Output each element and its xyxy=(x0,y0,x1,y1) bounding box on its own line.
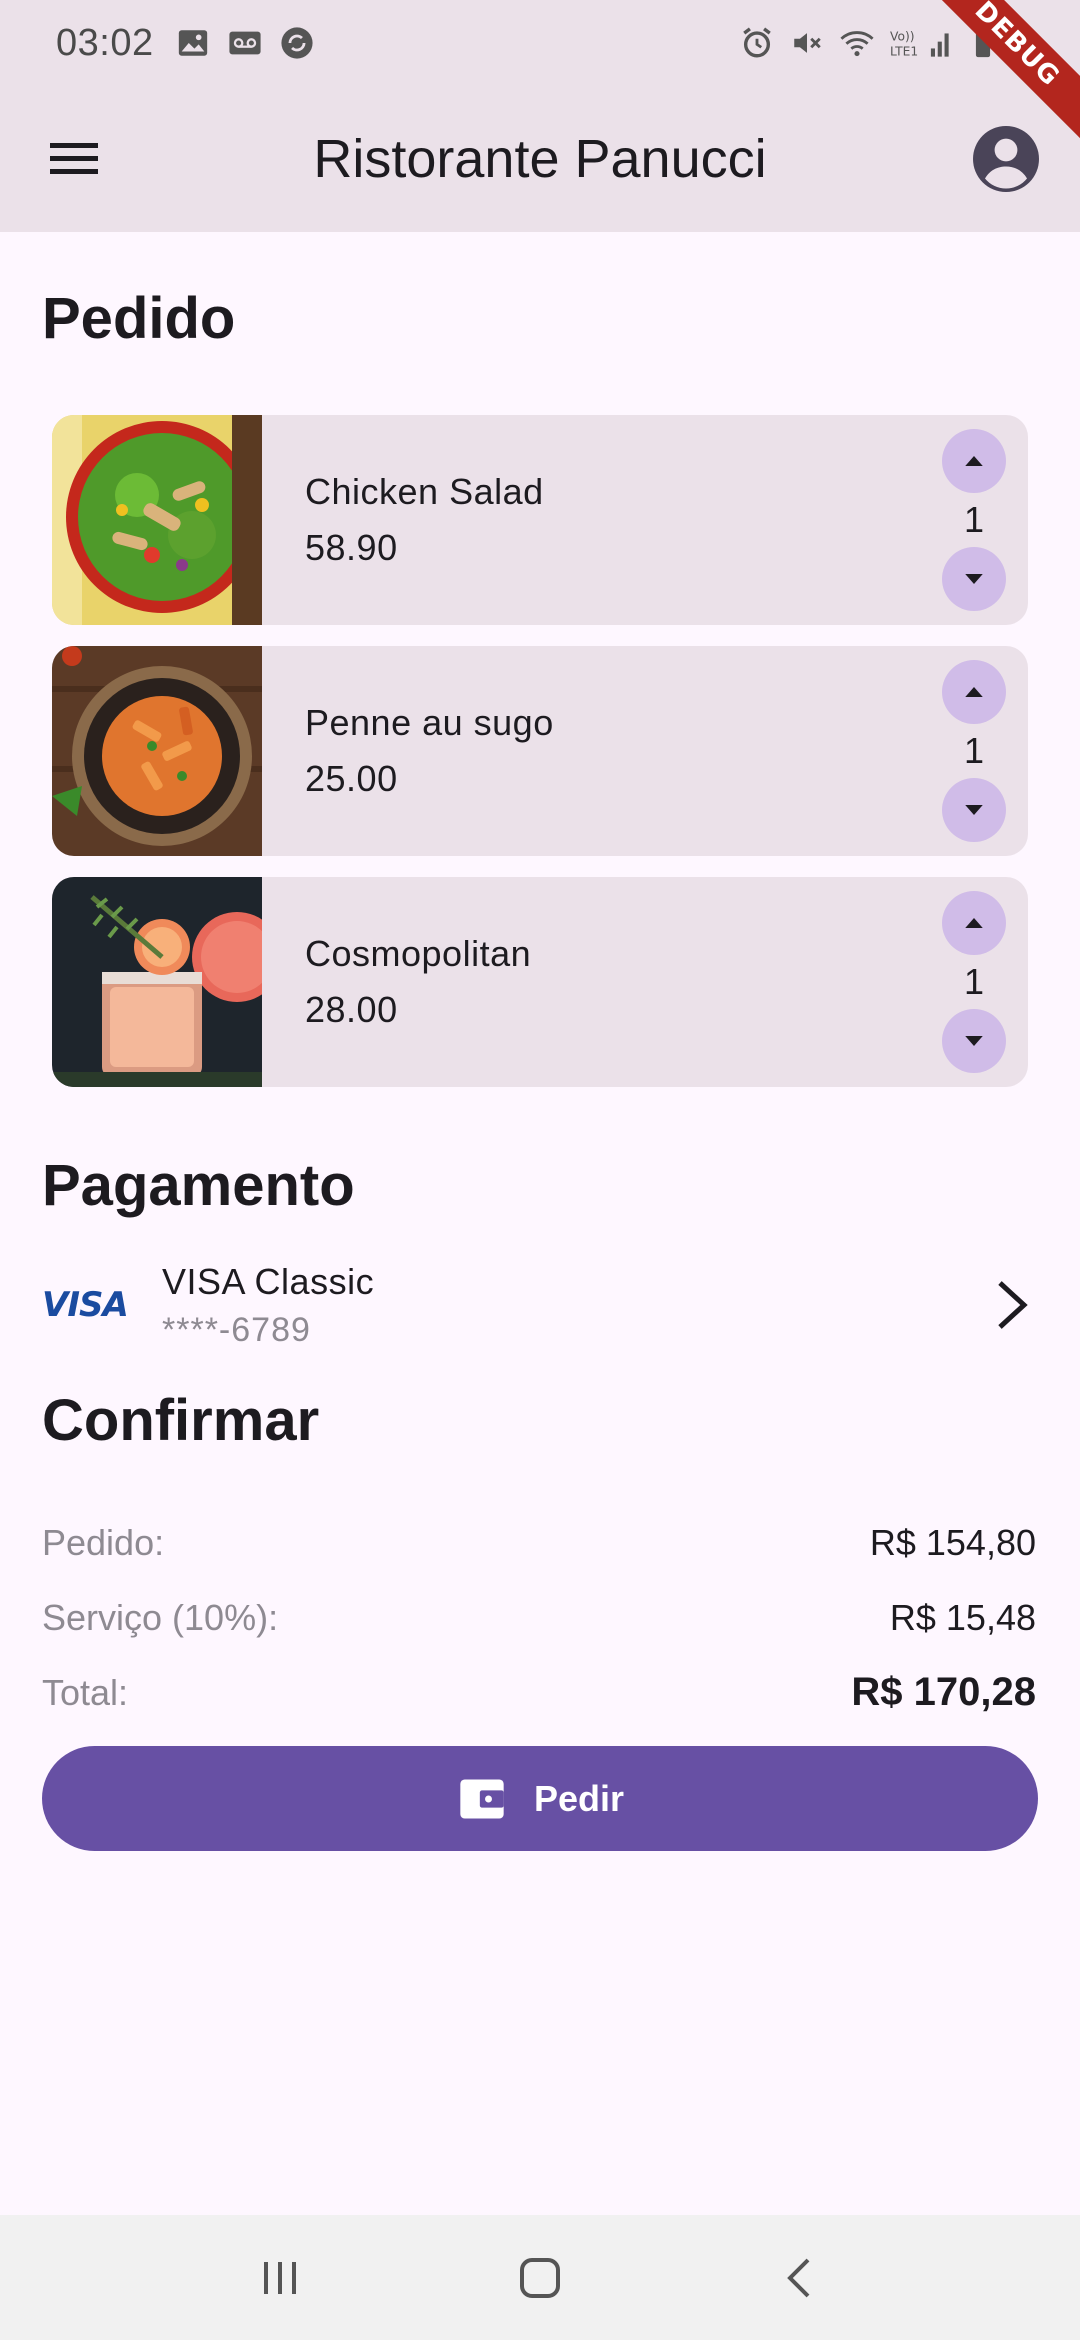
summary-label: Serviço (10%): xyxy=(42,1596,279,1638)
decrease-quantity-button[interactable] xyxy=(942,1009,1006,1073)
decrease-quantity-button[interactable] xyxy=(942,547,1006,611)
item-name: Penne au sugo xyxy=(305,702,554,743)
payment-section-title: Pagamento xyxy=(42,1153,355,1218)
item-price: 28.00 xyxy=(305,989,398,1030)
arrow-up-icon xyxy=(965,687,983,697)
svg-text:LTE1: LTE1 xyxy=(890,44,918,58)
account-circle-icon xyxy=(973,126,1039,192)
item-price: 25.00 xyxy=(305,758,398,799)
item-name: Cosmopolitan xyxy=(305,933,532,974)
status-bar: 03:02 Vo)) LTE1 xyxy=(0,0,1080,86)
increase-quantity-button[interactable] xyxy=(942,660,1006,724)
summary-value: R$ 154,80 xyxy=(869,1521,1036,1563)
voicemail-icon xyxy=(228,26,262,60)
back-button[interactable] xyxy=(755,2233,845,2323)
summary-label: Total: xyxy=(42,1671,129,1713)
status-left-icons xyxy=(176,26,314,60)
summary-row-total: Total: R$ 170,28 xyxy=(42,1655,1036,1730)
quantity-stepper: 1 xyxy=(942,891,1006,1073)
back-icon xyxy=(787,2258,810,2297)
order-summary: Pedido: R$ 154,80 Serviço (10%): R$ 15,4… xyxy=(42,1505,1036,1730)
card-name: VISA Classic xyxy=(162,1260,375,1302)
svg-text:Vo)): Vo)) xyxy=(890,29,915,43)
order-item: Chicken Salad 58.90 1 xyxy=(52,415,1028,625)
app-title: Ristorante Panucci xyxy=(313,129,767,189)
increase-quantity-button[interactable] xyxy=(942,429,1006,493)
profile-button[interactable] xyxy=(968,121,1044,197)
card-number: ****-6789 xyxy=(162,1310,311,1349)
summary-total-value: R$ 170,28 xyxy=(851,1670,1036,1714)
summary-row-service: Serviço (10%): R$ 15,48 xyxy=(42,1580,1036,1655)
payment-text: VISA Classic ****-6789 xyxy=(162,1261,374,1350)
order-item: Cosmopolitan 28.00 1 xyxy=(52,877,1028,1087)
payment-method-row[interactable]: VISA VISA Classic ****-6789 xyxy=(42,1250,1042,1360)
place-order-label: Pedir xyxy=(533,1777,625,1819)
alarm-icon xyxy=(740,26,774,60)
confirm-section-title: Confirmar xyxy=(42,1388,320,1453)
order-section-title: Pedido xyxy=(42,286,236,351)
app-bar: Ristorante Panucci xyxy=(0,86,1080,232)
lte-signal-icon: Vo)) LTE1 xyxy=(890,26,950,60)
summary-label: Pedido: xyxy=(42,1521,165,1563)
quantity-stepper: 1 xyxy=(942,660,1006,842)
home-button[interactable] xyxy=(495,2233,585,2323)
recents-icon xyxy=(264,2261,296,2294)
item-name: Chicken Salad xyxy=(305,471,544,512)
order-list: Chicken Salad 58.90 1 Penne au sugo 25.0… xyxy=(52,415,1028,1108)
item-price: 58.90 xyxy=(305,527,398,568)
wifi-icon xyxy=(840,26,874,60)
recent-apps-button[interactable] xyxy=(235,2233,325,2323)
wallet-icon xyxy=(460,1779,504,1818)
arrow-up-icon xyxy=(965,918,983,928)
order-item-text: Penne au sugo 25.00 xyxy=(305,702,554,800)
order-item: Penne au sugo 25.00 1 xyxy=(52,646,1028,856)
increase-quantity-button[interactable] xyxy=(942,891,1006,955)
order-item-text: Chicken Salad 58.90 xyxy=(305,471,544,569)
menu-icon xyxy=(50,143,98,174)
item-quantity: 1 xyxy=(963,961,985,1002)
place-order-button[interactable]: Pedir xyxy=(42,1746,1038,1851)
penne-photo xyxy=(52,646,262,856)
visa-logo: VISA xyxy=(42,1285,129,1325)
chevron-right-icon xyxy=(982,1275,1042,1335)
item-quantity: 1 xyxy=(963,730,985,771)
quantity-stepper: 1 xyxy=(942,429,1006,611)
image-icon xyxy=(176,26,210,60)
summary-row-subtotal: Pedido: R$ 154,80 xyxy=(42,1505,1036,1580)
system-nav-bar xyxy=(0,2215,1080,2340)
mute-icon xyxy=(790,26,824,60)
order-item-text: Cosmopolitan 28.00 xyxy=(305,933,531,1031)
home-icon xyxy=(520,2257,560,2298)
cocktail-photo xyxy=(52,877,262,1087)
menu-button[interactable] xyxy=(36,121,112,197)
sync-icon xyxy=(280,26,314,60)
arrow-up-icon xyxy=(965,456,983,466)
arrow-down-icon xyxy=(965,805,983,815)
item-quantity: 1 xyxy=(963,499,985,540)
status-time: 03:02 xyxy=(56,21,154,64)
summary-value: R$ 15,48 xyxy=(889,1596,1036,1638)
decrease-quantity-button[interactable] xyxy=(942,778,1006,842)
arrow-down-icon xyxy=(965,1036,983,1046)
arrow-down-icon xyxy=(965,574,983,584)
chicken-salad-photo xyxy=(52,415,262,625)
